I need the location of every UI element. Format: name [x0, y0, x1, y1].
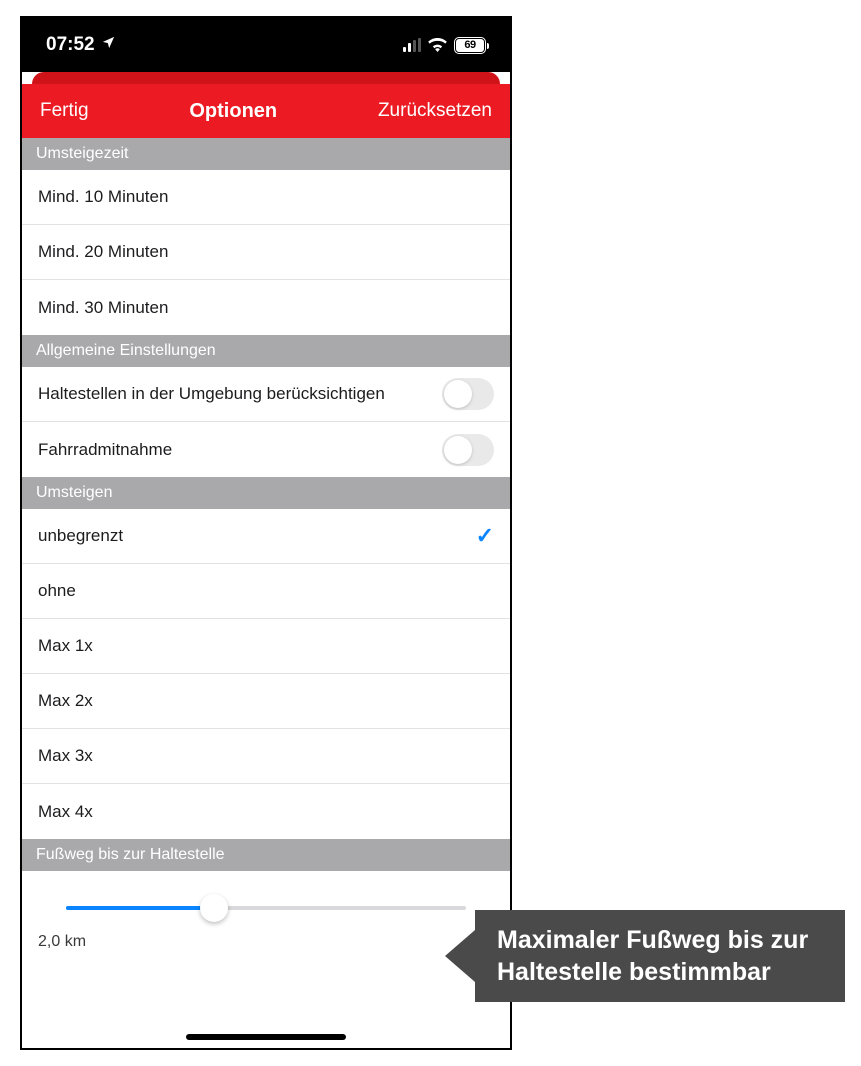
status-time: 07:52 — [46, 34, 95, 56]
list-item-label: Max 4x — [38, 801, 494, 822]
list-item-label: unbegrenzt — [38, 525, 476, 546]
status-bar: 07:52 69 — [22, 18, 510, 72]
bike-label: Fahrradmitnahme — [38, 439, 442, 460]
transfer-time-option[interactable]: Mind. 10 Minuten — [22, 170, 510, 225]
footpath-value: 2,0 km — [38, 933, 494, 951]
slider-fill — [66, 906, 214, 910]
transfers-option[interactable]: ohne — [22, 564, 510, 619]
callout-arrow-icon — [445, 930, 475, 982]
nearby-stops-row: Haltestellen in der Umgebung berücksicht… — [22, 367, 510, 422]
section-header-general: Allgemeine Einstellungen — [22, 335, 510, 367]
transfers-option[interactable]: Max 4x — [22, 784, 510, 839]
list-item-label: ohne — [38, 580, 494, 601]
bike-row: Fahrradmitnahme — [22, 422, 510, 477]
list-item-label: Max 3x — [38, 745, 494, 766]
transfers-option[interactable]: unbegrenzt ✓ — [22, 509, 510, 564]
callout-text: Maximaler Fußweg bis zur Haltestelle bes… — [475, 910, 845, 1002]
cellular-icon — [403, 38, 421, 52]
location-icon — [101, 34, 116, 56]
battery-icon: 69 — [454, 37, 486, 54]
list-item-label: Mind. 10 Minuten — [38, 186, 494, 207]
section-header-transfers: Umsteigen — [22, 477, 510, 509]
section-header-footpath: Fußweg bis zur Haltestelle — [22, 839, 510, 871]
footpath-slider[interactable] — [66, 891, 466, 925]
slider-thumb[interactable] — [200, 894, 228, 922]
phone-frame: 07:52 69 Fertig Optionen Zurücksetzen Um… — [20, 16, 512, 1050]
section-general: Allgemeine Einstellungen Haltestellen in… — [22, 335, 510, 477]
status-right: 69 — [403, 37, 486, 54]
transfer-time-option[interactable]: Mind. 30 Minuten — [22, 280, 510, 335]
list-item-label: Max 1x — [38, 635, 494, 656]
options-navbar: Fertig Optionen Zurücksetzen — [22, 84, 510, 138]
battery-level: 69 — [456, 39, 484, 52]
transfers-option[interactable]: Max 1x — [22, 619, 510, 674]
nearby-stops-toggle[interactable] — [442, 378, 494, 410]
section-transfer-time: Umsteigezeit Mind. 10 Minuten Mind. 20 M… — [22, 138, 510, 335]
wifi-icon — [428, 38, 447, 52]
bike-toggle[interactable] — [442, 434, 494, 466]
page-title: Optionen — [189, 100, 277, 123]
section-footpath: Fußweg bis zur Haltestelle 2,0 km — [22, 839, 510, 959]
transfers-option[interactable]: Max 2x — [22, 674, 510, 729]
home-indicator[interactable] — [186, 1034, 346, 1040]
transfer-time-option[interactable]: Mind. 20 Minuten — [22, 225, 510, 280]
list-item-label: Mind. 30 Minuten — [38, 297, 494, 318]
status-left: 07:52 — [46, 34, 116, 56]
list-item-label: Max 2x — [38, 690, 494, 711]
transfers-option[interactable]: Max 3x — [22, 729, 510, 784]
nearby-stops-label: Haltestellen in der Umgebung berücksicht… — [38, 383, 442, 404]
annotation-callout: Maximaler Fußweg bis zur Haltestelle bes… — [445, 910, 845, 1002]
section-transfers: Umsteigen unbegrenzt ✓ ohne Max 1x Max 2… — [22, 477, 510, 839]
done-button[interactable]: Fertig — [40, 100, 89, 122]
sheet-background-card — [32, 72, 500, 84]
reset-button[interactable]: Zurücksetzen — [378, 100, 492, 122]
list-item-label: Mind. 20 Minuten — [38, 241, 494, 262]
section-header-transfer-time: Umsteigezeit — [22, 138, 510, 170]
checkmark-icon: ✓ — [476, 523, 494, 549]
